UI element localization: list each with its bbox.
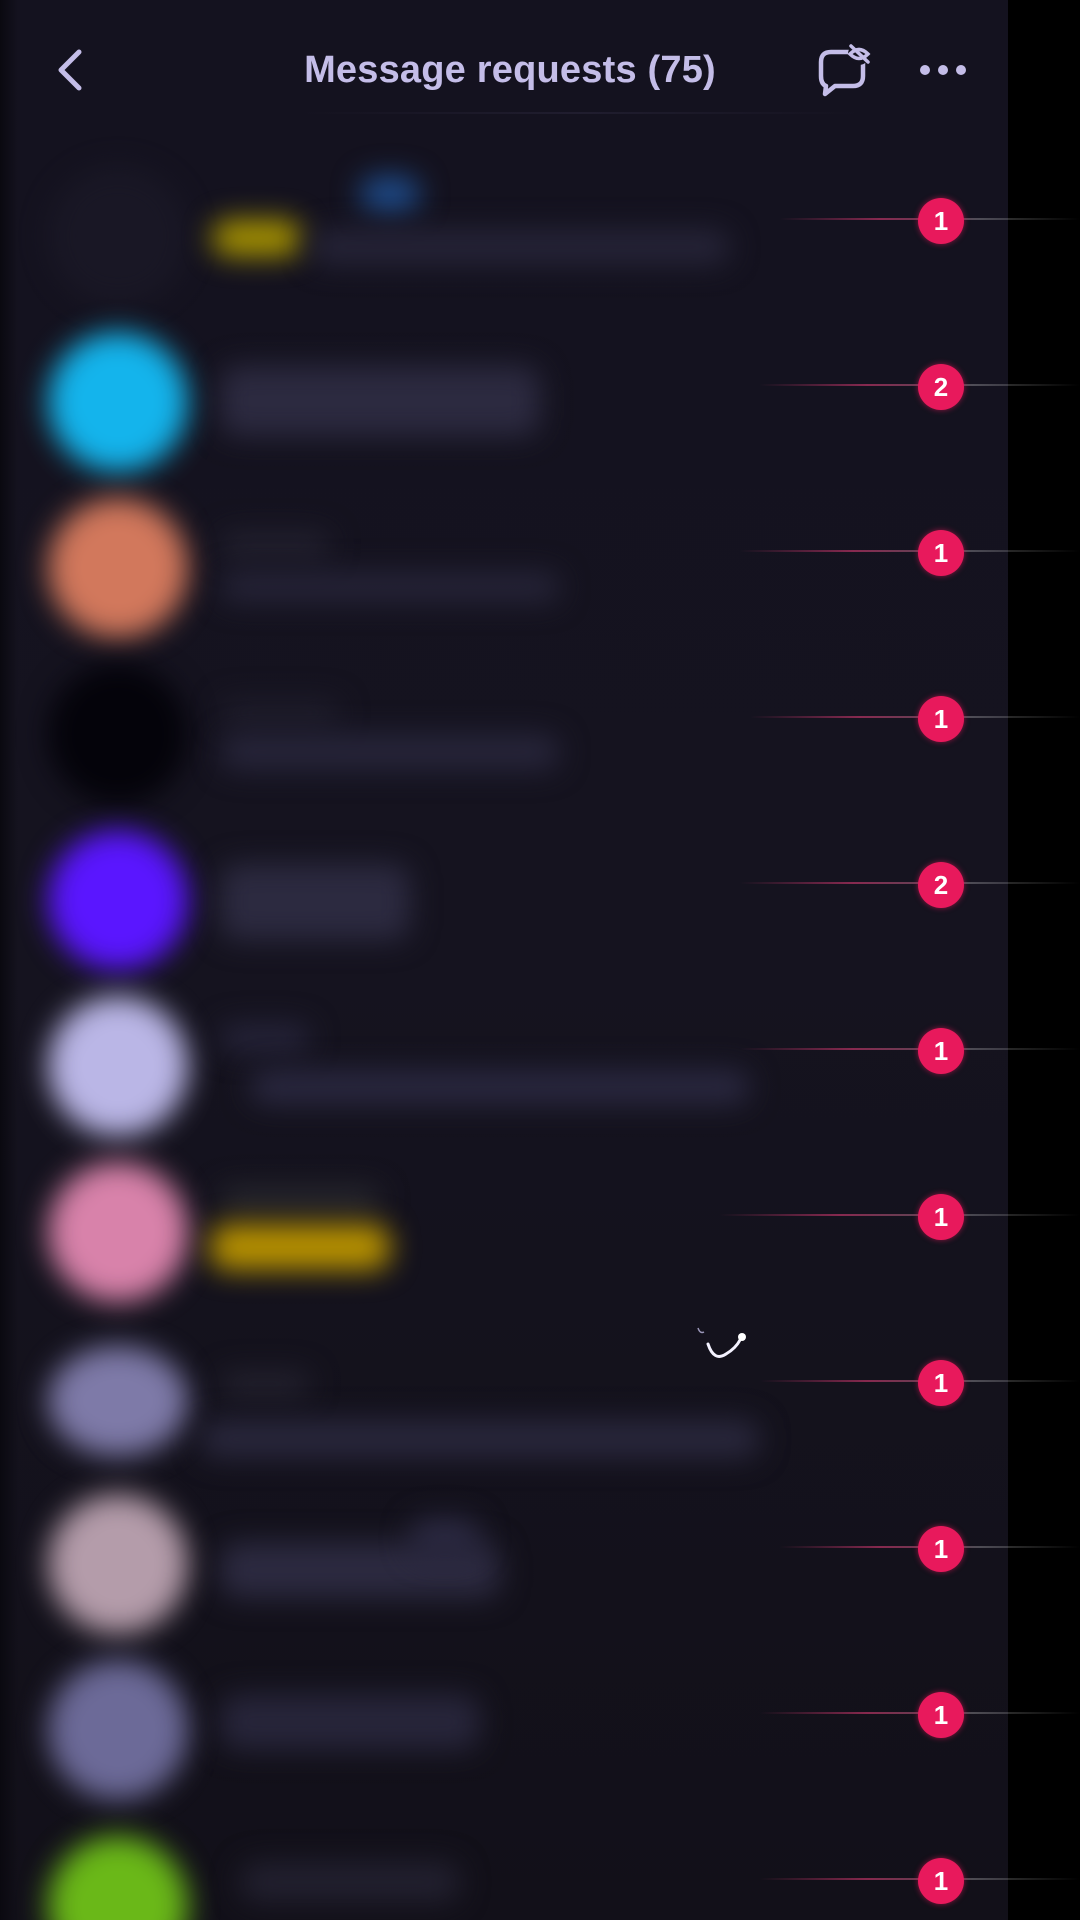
sender-avatar-detail-redacted xyxy=(360,176,420,212)
message-requests-screen: Message requests (75) 1 2 1 1 2 1 1 1 1 … xyxy=(0,0,1080,1920)
avatar xyxy=(48,498,188,638)
sender-name-redacted xyxy=(212,220,302,256)
request-row[interactable]: 1 xyxy=(0,1468,1080,1634)
request-row[interactable]: 1 xyxy=(0,140,1080,306)
request-row[interactable]: 1 xyxy=(0,638,1080,804)
header-divider xyxy=(300,112,860,114)
sender-name-redacted xyxy=(220,1372,310,1396)
avatar xyxy=(48,332,188,472)
message-preview-redacted xyxy=(200,1420,760,1458)
page-title: Message requests (75) xyxy=(304,49,716,91)
unread-count-badge: 1 xyxy=(918,1858,964,1904)
mute-requests-button[interactable] xyxy=(808,38,878,104)
avatar xyxy=(48,996,188,1136)
back-button[interactable] xyxy=(44,40,96,100)
sender-name-redacted xyxy=(240,1862,460,1902)
message-preview-redacted xyxy=(250,1070,750,1104)
scan-line xyxy=(740,882,1080,884)
request-row[interactable]: 1 xyxy=(0,1302,1080,1468)
avatar xyxy=(48,830,188,970)
unread-count-badge: 1 xyxy=(918,1360,964,1406)
message-preview-redacted xyxy=(310,230,730,264)
sender-name-redacted xyxy=(220,1188,380,1210)
avatar xyxy=(48,1162,188,1302)
scan-line xyxy=(740,550,1080,552)
unread-count-badge: 1 xyxy=(918,198,964,244)
unread-count-badge: 1 xyxy=(918,1526,964,1572)
more-options-button[interactable] xyxy=(910,44,976,96)
unread-count-badge: 1 xyxy=(918,530,964,576)
sender-detail-redacted xyxy=(410,1518,480,1558)
top-bar: Message requests (75) xyxy=(0,0,1080,140)
unread-count-badge: 1 xyxy=(918,696,964,742)
request-row[interactable]: 2 xyxy=(0,306,1080,472)
message-preview-redacted xyxy=(220,572,560,602)
avatar xyxy=(48,166,188,306)
avatar xyxy=(48,1494,188,1634)
unread-count-badge: 1 xyxy=(918,1194,964,1240)
request-row[interactable]: 1 xyxy=(0,970,1080,1136)
scan-line xyxy=(750,716,1080,718)
request-row[interactable]: 2 xyxy=(0,804,1080,970)
avatar xyxy=(48,1660,188,1800)
unread-count-badge: 1 xyxy=(918,1692,964,1738)
request-row[interactable]: 1 xyxy=(0,1634,1080,1800)
unread-count-badge: 2 xyxy=(918,364,964,410)
sender-name-redacted xyxy=(220,700,340,726)
avatar xyxy=(48,1836,188,1920)
ellipsis-horizontal-icon xyxy=(920,65,966,75)
request-row[interactable]: 1 xyxy=(0,472,1080,638)
sender-name-redacted xyxy=(220,1024,310,1052)
unread-count-badge: 1 xyxy=(918,1028,964,1074)
sender-name-redacted xyxy=(220,532,330,558)
sender-name-redacted xyxy=(220,1694,480,1750)
unread-count-badge: 2 xyxy=(918,862,964,908)
message-preview-redacted xyxy=(220,734,560,770)
chevron-left-icon xyxy=(58,49,82,91)
chat-bubble-off-icon xyxy=(818,43,871,97)
sender-highlight-redacted xyxy=(210,1224,390,1270)
avatar xyxy=(48,664,188,804)
scan-line xyxy=(720,1214,1080,1216)
sender-name-redacted xyxy=(220,864,410,940)
request-row[interactable]: 1 xyxy=(0,1800,1080,1920)
avatar xyxy=(48,1346,188,1456)
scan-line xyxy=(740,1048,1080,1050)
sender-name-redacted xyxy=(220,366,540,436)
request-row[interactable]: 1 xyxy=(0,1136,1080,1302)
touch-cursor-icon xyxy=(697,1327,746,1358)
